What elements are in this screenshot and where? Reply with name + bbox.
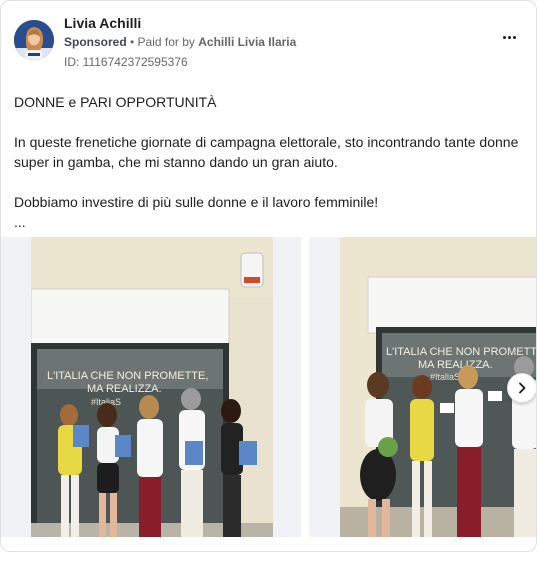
window2-text-line2: MA REALIZZA. — [418, 359, 493, 371]
window-text-line1: L'ITALIA CHE NON PROMETTE, — [47, 370, 208, 382]
body-line-title: DONNE e PARI OPPORTUNITÀ — [14, 94, 217, 110]
meta-separator: • — [126, 35, 138, 49]
carousel-next-button[interactable] — [507, 373, 536, 403]
body-line-paragraph: In queste frenetiche giornate di campagn… — [14, 134, 519, 170]
sponsored-label: Sponsored — [64, 35, 127, 49]
payer-name[interactable]: Achilli Livia Ilaria — [198, 35, 296, 49]
more-horizontal-icon — [502, 35, 506, 39]
image-carousel: L'ITALIA CHE NON PROMETTE, MA REALIZZA. … — [1, 237, 537, 537]
carousel-slide-2[interactable]: L'ITALIA CHE NON PROMETTE, MA REALIZZA. … — [309, 237, 537, 537]
body-line-call: Dobbiamo investire di più sulle donne e … — [14, 194, 379, 210]
window-text-line2: MA REALIZZA. — [87, 383, 162, 395]
photo-1: L'ITALIA CHE NON PROMETTE, MA REALIZZA. … — [31, 237, 273, 537]
ad-card: Livia Achilli Sponsored • Paid for by Ac… — [0, 0, 537, 552]
body-ellipsis[interactable]: ... — [14, 212, 524, 232]
more-dot — [507, 35, 511, 39]
author-name[interactable]: Livia Achilli — [64, 15, 141, 31]
ad-id: ID: 1116742372595376 — [64, 55, 188, 69]
more-dot — [512, 35, 516, 39]
avatar[interactable] — [14, 20, 54, 60]
sponsorship-line: Sponsored • Paid for by Achilli Livia Il… — [64, 35, 296, 49]
window2-text-line1: L'ITALIA CHE NON PROMETTE, — [386, 346, 537, 358]
more-options-button[interactable] — [498, 29, 520, 45]
ad-body-text: DONNE e PARI OPPORTUNITÀ In queste frene… — [14, 92, 524, 232]
carousel-slide-1[interactable]: L'ITALIA CHE NON PROMETTE, MA REALIZZA. … — [1, 237, 301, 537]
chevron-right-icon — [519, 382, 526, 394]
paid-for-label: Paid for by — [137, 35, 195, 49]
